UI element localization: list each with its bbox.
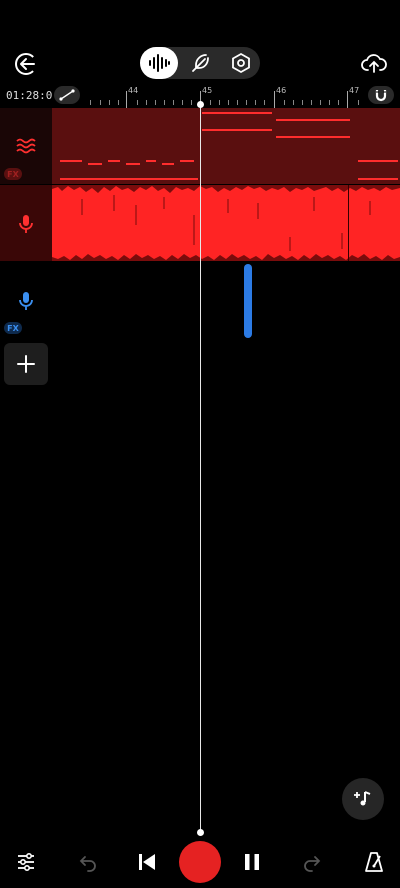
record-button[interactable] <box>179 841 221 883</box>
metronome-icon[interactable] <box>360 848 388 876</box>
synth-wave-icon <box>15 136 37 160</box>
playhead[interactable] <box>200 103 201 833</box>
bar-number: 44 <box>128 86 139 95</box>
playhead-handle[interactable] <box>197 101 204 108</box>
skip-back-icon[interactable] <box>133 848 161 876</box>
playhead-handle-bottom[interactable] <box>197 829 204 836</box>
fx-badge[interactable]: FX <box>4 322 22 334</box>
track-header-audio[interactable] <box>0 185 52 261</box>
audio-clip[interactable] <box>244 264 252 338</box>
bar-number: 47 <box>349 86 360 95</box>
fx-badge[interactable]: FX <box>4 168 22 180</box>
midi-region[interactable] <box>52 108 400 184</box>
bar-number: 46 <box>276 86 287 95</box>
back-icon[interactable] <box>12 50 40 78</box>
microphone-icon <box>16 290 36 316</box>
microphone-icon <box>16 213 36 239</box>
waveform-icon[interactable] <box>140 47 178 79</box>
pause-icon[interactable] <box>238 848 266 876</box>
hexagon-settings-icon[interactable] <box>222 47 260 79</box>
top-toolbar <box>0 44 400 84</box>
track-header-audio-2[interactable]: FX <box>0 262 52 338</box>
feather-icon[interactable] <box>181 47 219 79</box>
redo-icon[interactable] <box>298 848 326 876</box>
time-readout: 01:28:0 <box>6 89 53 102</box>
undo-icon[interactable] <box>74 848 102 876</box>
track-header-instrument[interactable]: FX <box>0 108 52 184</box>
automation-curve-icon[interactable] <box>54 86 80 104</box>
add-music-note-button[interactable] <box>342 778 384 820</box>
mode-switcher <box>140 47 260 79</box>
cloud-upload-icon[interactable] <box>360 50 388 78</box>
add-track-button[interactable] <box>4 343 48 385</box>
magnet-snap-icon[interactable] <box>368 86 394 104</box>
audio-region[interactable] <box>52 185 400 261</box>
transport-bar <box>0 836 400 888</box>
sliders-icon[interactable] <box>12 848 40 876</box>
bar-number: 45 <box>202 86 213 95</box>
